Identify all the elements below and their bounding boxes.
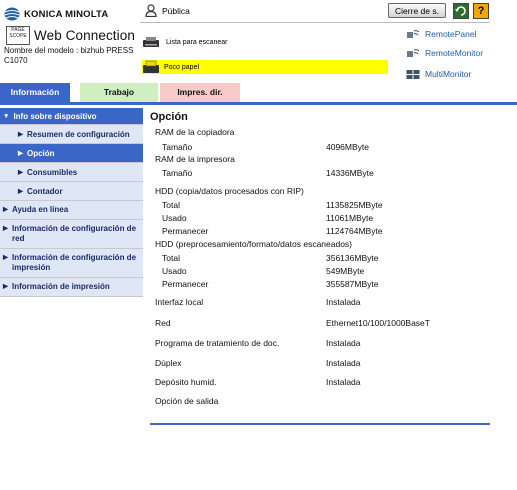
- sidebar-item-label: Ayuda en línea: [12, 205, 69, 214]
- multi-monitor-icon: [406, 69, 420, 79]
- hdd2-heading: HDD (preprocesamiento/formato/datos esca…: [155, 239, 353, 249]
- duplex-value: Instalada: [326, 358, 361, 368]
- triangle-down-icon: ▼: [3, 112, 10, 120]
- duplex-label: Dúplex: [155, 358, 182, 368]
- logout-button[interactable]: Cierre de s.: [388, 3, 446, 18]
- remote-monitor-icon: [407, 48, 420, 57]
- printer-ram-heading: RAM de la impresora: [155, 154, 235, 164]
- printer-size-value: 14336MByte: [326, 168, 374, 178]
- docproc-label: Programa de tratamiento de doc.: [155, 338, 280, 348]
- multi-monitor-label: MultiMonitor: [425, 69, 472, 79]
- humidifier-label: Depósito humid.: [155, 377, 217, 387]
- sidebar-item-label: Contador: [27, 186, 63, 196]
- network-value: Ethernet10/100/1000BaseT: [326, 318, 430, 328]
- paper-warning-icon: [143, 60, 159, 73]
- humidifier-value: Instalada: [326, 377, 361, 387]
- printer-icon: [143, 37, 159, 47]
- low-paper-status: Poco papel: [142, 60, 388, 74]
- page-title: Opción: [150, 111, 188, 123]
- pagescope-logo: PAGE SCOPE Web Connection: [6, 26, 135, 45]
- model-name: Nombre del modelo : bizhub PRESS C1070: [4, 46, 144, 66]
- low-paper-label: Poco papel: [164, 63, 200, 71]
- sidebar-item-network-config[interactable]: ▶ Información de configuración de red: [0, 220, 143, 249]
- tab-information[interactable]: Información: [0, 83, 70, 102]
- help-button[interactable]: ?: [473, 3, 489, 19]
- user-label: Pública: [162, 5, 190, 16]
- remote-links: RemotePanel RemoteMonitor MultiMonitor: [406, 28, 483, 80]
- triangle-right-icon: ▶: [3, 206, 8, 213]
- model-line-2: C1070: [4, 56, 28, 65]
- hdd1-heading: HDD (copia/datos procesados con RIP): [155, 186, 304, 196]
- header-divider: [140, 22, 490, 23]
- scan-status-label: Lista para escanear: [166, 38, 228, 46]
- brand-name: KONICA MINOLTA: [24, 8, 109, 20]
- triangle-right-icon: ▶: [18, 150, 23, 157]
- hdd2-remain-label: Permanecer: [162, 279, 209, 289]
- triangle-right-icon: ▶: [18, 188, 23, 195]
- tab-direct-print[interactable]: Impres. dir.: [160, 83, 240, 102]
- sidebar-item-device-info[interactable]: ▼ Info sobre dispositivo: [0, 108, 143, 125]
- triangle-right-icon: ▶: [18, 169, 23, 176]
- hdd1-used-value: 11061MByte: [326, 213, 374, 223]
- copier-size-value: 4096MByte: [326, 142, 369, 152]
- user-indicator: Pública: [145, 4, 190, 17]
- remote-monitor-link[interactable]: RemoteMonitor: [406, 47, 483, 59]
- hdd1-used-label: Usado: [162, 213, 187, 223]
- sidebar-item-consumables[interactable]: ▶ Consumibles: [0, 163, 143, 182]
- product-name: Web Connection: [34, 28, 135, 43]
- tab-job[interactable]: Trabajo: [80, 83, 158, 102]
- hdd2-used-value: 549MByte: [326, 266, 365, 276]
- sidebar-item-config-summary[interactable]: ▶ Resumen de configuración: [0, 125, 143, 144]
- sidebar-item-label: Info sobre dispositivo: [13, 111, 97, 121]
- user-icon: [145, 4, 157, 17]
- output-option-label: Opción de salida: [155, 396, 219, 406]
- hdd1-remain-value: 1124764MByte: [326, 226, 383, 236]
- sidebar-item-label: Información de configuración de red: [12, 224, 137, 243]
- scan-status: Lista para escanear: [142, 35, 227, 49]
- sidebar-item-label: Consumibles: [27, 167, 78, 177]
- sidebar-item-label: Opción: [27, 148, 55, 158]
- remote-panel-label: RemotePanel: [425, 29, 477, 39]
- sidebar-item-option[interactable]: ▶ Opción: [0, 144, 143, 163]
- remote-panel-icon: [407, 29, 420, 38]
- refresh-icon: [455, 6, 466, 16]
- sidebar-item-print-config[interactable]: ▶ Información de configuración de impres…: [0, 249, 143, 278]
- copier-size-label: Tamaño: [162, 142, 193, 152]
- hdd1-total-value: 1135825MByte: [326, 200, 383, 210]
- triangle-right-icon: ▶: [3, 283, 8, 290]
- triangle-right-icon: ▶: [3, 254, 8, 261]
- hdd2-total-value: 356136MByte: [326, 253, 379, 263]
- sidebar-item-print-info[interactable]: ▶ Información de impresión: [0, 278, 143, 297]
- network-label: Red: [155, 318, 171, 328]
- printer-size-label: Tamaño: [162, 168, 193, 178]
- local-interface-value: Instalada: [326, 297, 361, 307]
- remote-monitor-label: RemoteMonitor: [425, 48, 484, 58]
- pagescope-icon: PAGE SCOPE: [6, 26, 30, 45]
- hdd1-remain-label: Permanecer: [162, 226, 209, 236]
- hdd1-total-label: Total: [162, 200, 180, 210]
- brand-logo: KONICA MINOLTA: [4, 7, 108, 21]
- sidebar-item-label: Resumen de configuración: [27, 129, 130, 139]
- sidebar-item-counter[interactable]: ▶ Contador: [0, 182, 143, 201]
- sidebar-item-label: Información de configuración de impresió…: [12, 253, 137, 272]
- sidebar-item-label: Información de impresión: [12, 282, 110, 291]
- docproc-value: Instalada: [326, 338, 361, 348]
- triangle-right-icon: ▶: [3, 225, 8, 232]
- tabs-underline: [0, 102, 517, 105]
- multi-monitor-link[interactable]: MultiMonitor: [406, 68, 483, 80]
- content-bottom-divider: [150, 423, 490, 425]
- copier-ram-heading: RAM de la copiadora: [155, 127, 235, 137]
- refresh-button[interactable]: [453, 3, 469, 19]
- triangle-right-icon: ▶: [18, 131, 23, 138]
- konica-globe-icon: [4, 7, 20, 21]
- hdd2-total-label: Total: [162, 253, 180, 263]
- local-interface-label: Interfaz local: [155, 297, 204, 307]
- sidebar: ▼ Info sobre dispositivo ▶ Resumen de co…: [0, 108, 143, 297]
- hdd2-remain-value: 355587MByte: [326, 279, 379, 289]
- hdd2-used-label: Usado: [162, 266, 187, 276]
- remote-panel-link[interactable]: RemotePanel: [406, 28, 483, 40]
- sidebar-item-online-help[interactable]: ▶ Ayuda en línea: [0, 201, 143, 220]
- model-line-1: Nombre del modelo : bizhub PRESS: [4, 46, 134, 55]
